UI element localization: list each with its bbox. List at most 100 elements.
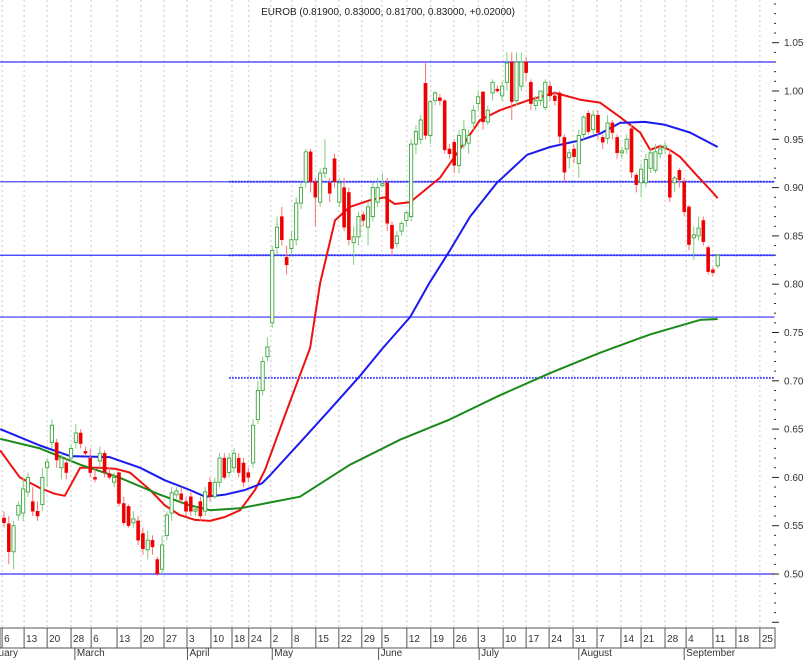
candle-body bbox=[385, 182, 390, 224]
candle-body bbox=[274, 226, 280, 248]
candle-body bbox=[634, 174, 639, 185]
candle-body bbox=[452, 141, 457, 166]
month-label: May bbox=[274, 648, 293, 659]
candle-body bbox=[390, 225, 394, 249]
candle bbox=[25, 472, 31, 497]
candle bbox=[78, 429, 83, 449]
y-tick-label: 0.80 bbox=[784, 280, 803, 291]
y-tick-label: 0.55 bbox=[784, 521, 803, 532]
candle bbox=[284, 245, 289, 275]
candle bbox=[481, 91, 485, 130]
candle-body bbox=[40, 476, 45, 505]
candle-body bbox=[246, 472, 251, 478]
candle-body bbox=[375, 187, 380, 203]
candle-body bbox=[653, 151, 658, 171]
candle bbox=[447, 144, 452, 159]
moving-average-long bbox=[0, 318, 718, 512]
month-label: August bbox=[581, 648, 612, 659]
candle bbox=[6, 516, 11, 565]
candle-body bbox=[164, 514, 169, 536]
candle-body bbox=[160, 544, 165, 570]
candle bbox=[313, 177, 318, 227]
candle bbox=[212, 477, 217, 499]
candle-body bbox=[524, 61, 528, 73]
candle bbox=[548, 81, 552, 101]
x-tick-label: 3 bbox=[189, 634, 195, 645]
candle bbox=[452, 139, 457, 174]
candle-body bbox=[102, 453, 107, 473]
x-tick-label: 18 bbox=[234, 634, 246, 645]
candle-body bbox=[409, 143, 414, 218]
candle bbox=[270, 245, 275, 328]
candle-body bbox=[54, 442, 59, 461]
candle bbox=[438, 93, 442, 106]
candle bbox=[428, 100, 433, 145]
candle-body bbox=[49, 424, 54, 444]
candle-body bbox=[553, 95, 557, 101]
candle bbox=[600, 134, 605, 149]
x-axis: 6 13 20 28 6 13 20 27 3 10 18 24 2 8 15 22 29 5 12 19 26 3 10 1… bbox=[0, 627, 776, 660]
candle-body bbox=[227, 457, 232, 474]
candle bbox=[189, 491, 193, 517]
candle-body bbox=[648, 152, 653, 169]
moving-average-mid bbox=[0, 120, 719, 498]
candle-body bbox=[332, 158, 337, 183]
x-tick-label: 31 bbox=[575, 634, 587, 645]
candle-body bbox=[136, 520, 140, 541]
chart-title: EUROB (0.81900, 0.83000, 0.81700, 0.8300… bbox=[261, 7, 515, 18]
candle bbox=[54, 438, 59, 468]
candle bbox=[682, 177, 686, 217]
candle-body bbox=[150, 539, 155, 548]
candle bbox=[174, 487, 179, 499]
candle-body bbox=[251, 424, 256, 464]
candle-body bbox=[30, 501, 35, 512]
candle-body bbox=[423, 83, 428, 136]
candle bbox=[433, 91, 438, 106]
x-tick-label: 11 bbox=[715, 634, 726, 645]
candle-body bbox=[677, 170, 682, 181]
candle-body bbox=[236, 457, 241, 473]
candle bbox=[677, 168, 682, 188]
candle-body bbox=[6, 523, 11, 552]
candle bbox=[696, 216, 701, 241]
candle bbox=[222, 453, 227, 480]
candle-body bbox=[241, 462, 246, 483]
candle-body bbox=[184, 501, 188, 512]
candle bbox=[198, 496, 203, 521]
candle bbox=[668, 148, 672, 203]
candle bbox=[615, 134, 619, 159]
candle-body bbox=[610, 122, 615, 133]
candle bbox=[126, 504, 131, 528]
month-label: September bbox=[686, 648, 736, 659]
candle bbox=[624, 134, 629, 154]
x-tick-label: 6 bbox=[93, 634, 99, 645]
candle bbox=[701, 216, 706, 246]
candle-body bbox=[69, 447, 74, 459]
candle bbox=[567, 148, 572, 169]
candle bbox=[231, 448, 236, 473]
candle-body bbox=[404, 212, 409, 221]
candle bbox=[40, 467, 45, 512]
candle-body bbox=[361, 214, 366, 221]
x-tick-label: 25 bbox=[762, 634, 774, 645]
candle bbox=[394, 231, 399, 248]
candle bbox=[246, 467, 251, 483]
candle-body bbox=[337, 182, 342, 203]
candle bbox=[294, 197, 299, 246]
candle-body bbox=[471, 109, 476, 124]
candle-body bbox=[342, 187, 346, 228]
candle-body bbox=[394, 235, 399, 245]
candle-body bbox=[222, 457, 227, 478]
x-tick-label: 15 bbox=[318, 634, 330, 645]
x-tick-label: 2 bbox=[273, 634, 279, 645]
candle-body bbox=[126, 506, 131, 526]
candle-body bbox=[155, 559, 160, 575]
candle-body bbox=[265, 346, 270, 358]
candle bbox=[562, 134, 567, 183]
candle-body bbox=[78, 432, 83, 444]
candle-body bbox=[543, 81, 548, 108]
candle bbox=[409, 139, 414, 222]
candle bbox=[610, 119, 615, 140]
candle bbox=[11, 520, 16, 570]
candle bbox=[308, 148, 313, 193]
